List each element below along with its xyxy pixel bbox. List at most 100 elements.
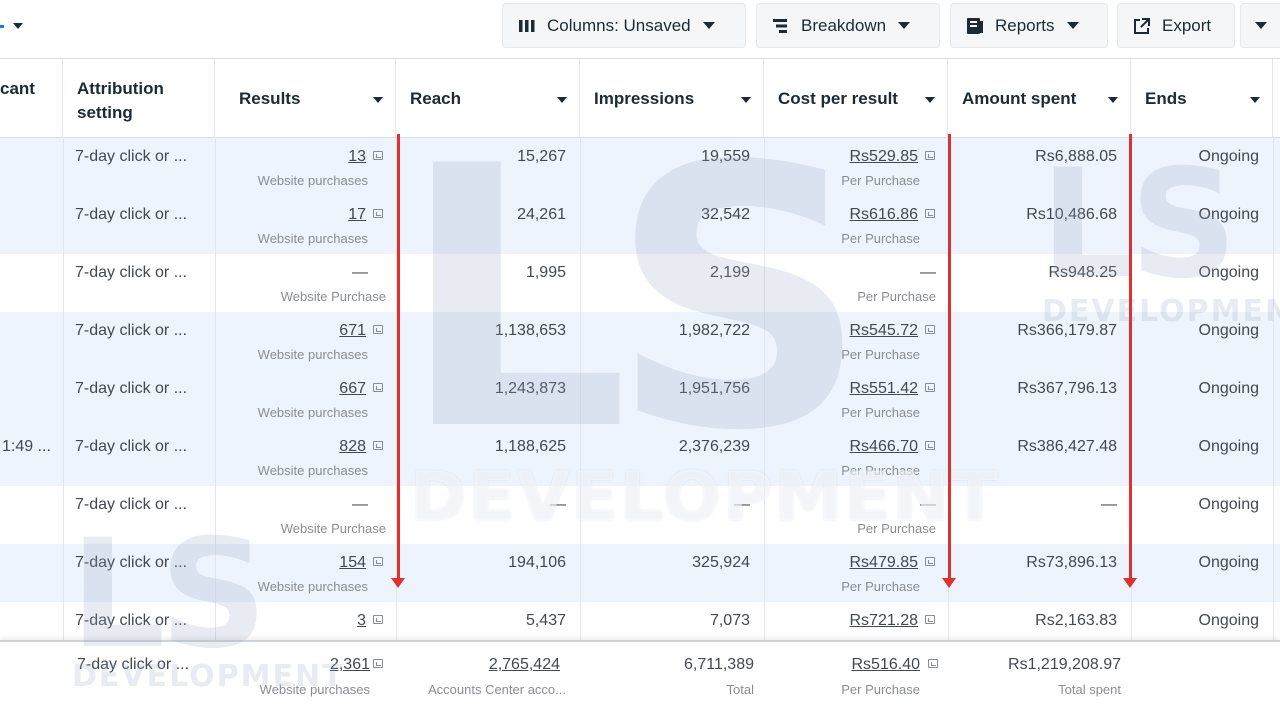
partial-cell	[0, 138, 63, 196]
attribution-cell: 7-day click or ...	[75, 496, 188, 513]
attribution-cell: 7-day click or ...	[75, 148, 188, 165]
cost-per-result-cell[interactable]: Rs551.42 Per Purchase	[764, 370, 948, 428]
amount-spent-cell: Rs366,179.87	[1017, 322, 1117, 339]
table-row[interactable]: 7-day click or ... 154 Website purchases …	[0, 544, 1280, 602]
cost-per-result-cell[interactable]: Rs616.86 Per Purchase	[764, 196, 948, 254]
breakdown-label: Breakdown	[801, 15, 887, 35]
sort-caret-icon	[557, 97, 567, 103]
table-row[interactable]: 7-day click or ... 667 Website purchases …	[0, 370, 1280, 428]
results-cell[interactable]: 671 Website purchases	[215, 312, 396, 370]
column-header-impressions[interactable]: Impressions	[580, 59, 764, 138]
export-button[interactable]: Export	[1117, 3, 1235, 48]
table-row[interactable]: 7-day click or ... — Website Purchase — —…	[0, 486, 1280, 544]
info-icon	[925, 441, 935, 450]
partial-cell	[0, 254, 63, 312]
arrow-head-icon	[942, 578, 956, 588]
impressions-cell: 19,559	[701, 148, 750, 165]
sort-caret-icon	[1108, 97, 1118, 103]
results-cell[interactable]: 828 Website purchases	[215, 428, 396, 486]
table-row[interactable]: 7-day click or ... 671 Website purchases …	[0, 312, 1280, 370]
reach-cell: 194,106	[508, 554, 566, 571]
table-row[interactable]: 7-day click or ... — Website Purchase 1,9…	[0, 254, 1280, 312]
cost-per-result-cell[interactable]: Rs479.85 Per Purchase	[764, 544, 948, 602]
impressions-cell: 2,376,239	[678, 438, 750, 455]
info-icon	[373, 441, 383, 450]
results-cell[interactable]: 667 Website purchases	[215, 370, 396, 428]
breakdown-button[interactable]: Breakdown	[756, 3, 940, 48]
amount-spent-cell: Rs367,796.13	[1017, 380, 1117, 397]
ends-cell: Ongoing	[1198, 322, 1260, 339]
column-header-attribution[interactable]: Attribution setting	[63, 59, 215, 138]
column-header-partial[interactable]: cant	[0, 59, 63, 138]
chevron-down-icon	[898, 22, 911, 29]
table-row[interactable]: 1:49 ... 7-day click or ... 828 Website p…	[0, 428, 1280, 486]
results-cell[interactable]: 154 Website purchases	[215, 544, 396, 602]
reach-cell: 1,138,653	[494, 322, 566, 339]
column-divider	[580, 138, 581, 720]
info-icon	[925, 151, 935, 160]
column-divider	[63, 138, 64, 720]
cost-per-result-cell[interactable]: Rs529.85 Per Purchase	[764, 138, 948, 196]
impressions-cell: 1,982,722	[678, 322, 750, 339]
reach-cell: 1,188,625	[494, 438, 566, 455]
reports-button[interactable]: Reports	[950, 3, 1108, 48]
annotation-arrow	[391, 134, 405, 588]
reach-total[interactable]: 2,765,424 Accounts Center acco...	[396, 642, 580, 700]
export-icon	[1132, 17, 1152, 35]
attribution-cell: 7-day click or ...	[75, 322, 188, 339]
info-icon	[373, 383, 383, 392]
results-cell: — Website Purchase	[280, 264, 386, 304]
amount-spent-cell: —	[1101, 496, 1117, 513]
ends-cell: Ongoing	[1198, 496, 1260, 513]
attribution-cell: 7-day click or ...	[75, 206, 188, 223]
results-cell[interactable]: 13 Website purchases	[215, 138, 396, 196]
view-dropdown[interactable]	[0, 18, 30, 38]
column-header-ends[interactable]: Ends	[1131, 59, 1273, 138]
toolbar: Columns: Unsaved Breakdown Reports Expor…	[0, 0, 1280, 58]
reports-label: Reports	[995, 15, 1055, 35]
partial-cell	[0, 544, 63, 602]
info-icon	[373, 659, 383, 668]
columns-icon	[517, 17, 537, 35]
columns-button[interactable]: Columns: Unsaved	[502, 3, 746, 48]
breakdown-icon	[771, 17, 791, 35]
partial-cell	[0, 312, 63, 370]
attribution-total: 7-day click or ...	[77, 656, 190, 673]
cost-per-result-cell[interactable]: Rs545.72 Per Purchase	[764, 312, 948, 370]
amount-spent-cell: Rs386,427.48	[1017, 438, 1117, 455]
table-row[interactable]: 7-day click or ... 17 Website purchases 2…	[0, 196, 1280, 254]
column-divider	[1273, 138, 1274, 720]
more-options-button[interactable]	[1240, 3, 1280, 48]
columns-label: Columns: Unsaved	[547, 15, 691, 35]
sort-caret-icon	[741, 97, 751, 103]
sort-caret-icon	[373, 97, 383, 103]
annotation-arrow	[942, 134, 956, 588]
results-cell[interactable]: 17 Website purchases	[215, 196, 396, 254]
chevron-down-icon	[1066, 22, 1079, 29]
ends-cell: Ongoing	[1198, 380, 1260, 397]
ends-cell: Ongoing	[1198, 148, 1260, 165]
table-row[interactable]: 7-day click or ... 13 Website purchases 1…	[0, 138, 1280, 196]
chevron-down-icon	[1255, 22, 1267, 29]
reach-cell: 1,995	[525, 264, 566, 281]
column-header-results[interactable]: Results	[215, 59, 396, 138]
column-header-reach[interactable]: Reach	[396, 59, 580, 138]
info-icon	[373, 325, 383, 334]
results-total[interactable]: 2,361 Website purchases	[215, 642, 396, 700]
attribution-cell: 7-day click or ...	[75, 438, 188, 455]
amount-spent-total: Rs1,219,208.97 Total spent	[1008, 656, 1121, 697]
reach-cell: 24,261	[517, 206, 566, 223]
chevron-down-icon	[13, 23, 23, 29]
impressions-cell: 32,542	[701, 206, 750, 223]
column-header-amount-spent[interactable]: Amount spent	[948, 59, 1131, 138]
amount-spent-cell: Rs6,888.05	[1035, 148, 1117, 165]
cost-per-result-cell[interactable]: Rs466.70 Per Purchase	[764, 428, 948, 486]
results-cell: — Website Purchase	[280, 496, 386, 536]
column-header-cost-per-result[interactable]: Cost per result	[764, 59, 948, 138]
cost-per-result-total[interactable]: Rs516.40 Per Purchase	[764, 642, 948, 700]
impressions-cell: —	[734, 496, 750, 513]
sort-caret-icon	[925, 97, 935, 103]
sort-caret-icon	[1250, 97, 1260, 103]
info-icon	[373, 209, 383, 218]
reach-cell: 15,267	[517, 148, 566, 165]
